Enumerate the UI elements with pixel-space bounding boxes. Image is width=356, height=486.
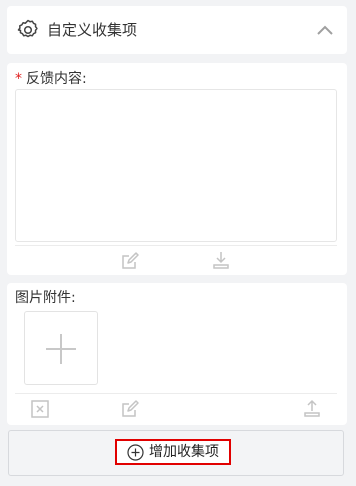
add-collection-item-button[interactable]: 增加收集项 xyxy=(115,439,231,465)
section-title: 自定义收集项 xyxy=(47,21,138,39)
download-icon[interactable] xyxy=(211,250,231,270)
add-button-label: 增加收集项 xyxy=(149,444,219,460)
upload-icon[interactable] xyxy=(302,398,322,418)
image-upload-box[interactable] xyxy=(24,311,98,385)
required-mark: * xyxy=(15,71,22,87)
chevron-up-icon[interactable] xyxy=(315,21,335,39)
feedback-label: * 反馈内容: xyxy=(15,70,87,88)
add-item-bar: 增加收集项 xyxy=(8,430,344,476)
attachment-card: 图片附件: xyxy=(7,283,347,425)
edit-icon[interactable] xyxy=(120,399,140,419)
attachment-label: 图片附件: xyxy=(15,290,76,306)
divider xyxy=(15,245,337,246)
divider xyxy=(15,393,337,394)
edit-icon[interactable] xyxy=(120,251,140,271)
custom-collection-header[interactable]: 自定义收集项 xyxy=(7,6,347,54)
feedback-textarea[interactable] xyxy=(15,89,337,242)
feedback-card: * 反馈内容: xyxy=(7,63,347,275)
gear-icon xyxy=(17,19,39,41)
feedback-label-text: 反馈内容: xyxy=(26,71,87,87)
plus-circle-icon xyxy=(127,444,144,461)
delete-icon[interactable] xyxy=(30,399,50,419)
plus-icon xyxy=(25,334,97,388)
